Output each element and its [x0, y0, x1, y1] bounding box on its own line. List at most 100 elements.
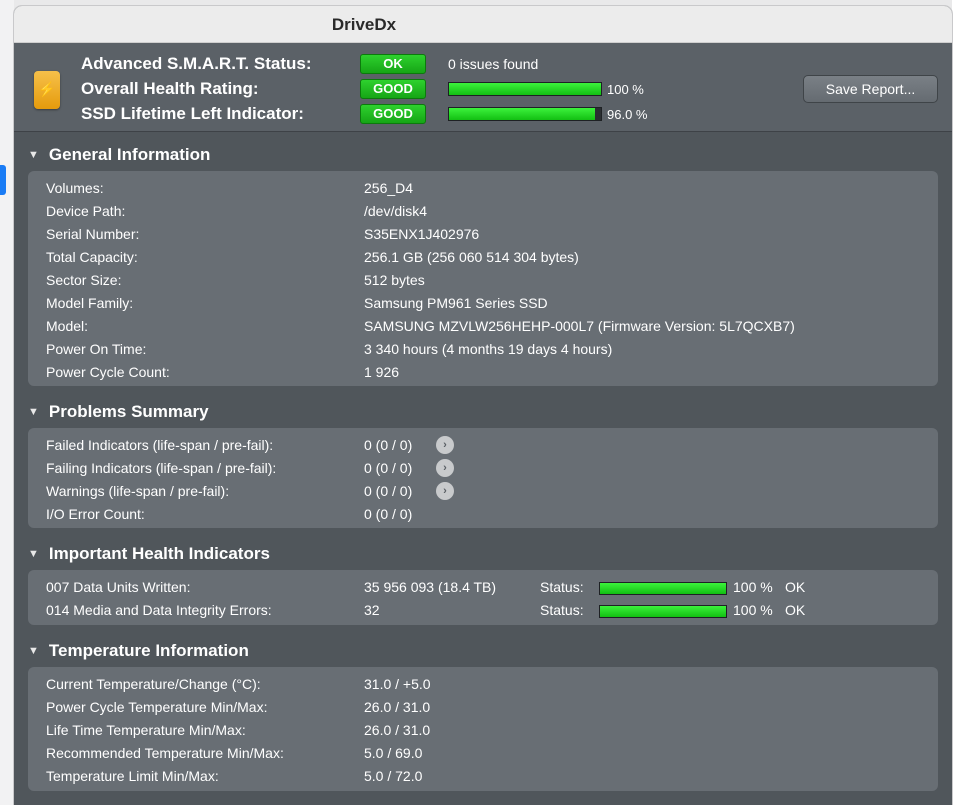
indicator-status-bar	[599, 582, 727, 595]
general-row-label: Model Family:	[46, 295, 134, 311]
indicator-status-label: Status:	[540, 579, 584, 595]
indicator-status-percent: 100 %	[733, 602, 773, 618]
indicator-status-state: OK	[785, 602, 806, 618]
temperature-information-title: Temperature Information	[48, 641, 249, 660]
health-rating-bar	[448, 82, 602, 96]
problems-summary-panel: Failed Indicators (life-span / pre-fail)…	[28, 428, 938, 528]
indicator-status-label: Status:	[540, 602, 584, 618]
disclosure-triangle-icon[interactable]: ▼	[28, 406, 39, 418]
general-row-value: 256.1 GB (256 060 514 304 bytes)	[364, 249, 579, 265]
details-arrow-icon[interactable]: ›	[436, 482, 454, 500]
general-row: Model Family: Samsung PM961 Series SSD	[46, 292, 926, 314]
background-sidebar	[0, 0, 14, 805]
temperature-row-label: Recommended Temperature Min/Max:	[46, 745, 284, 761]
external-drive-icon: ⚡	[34, 71, 60, 109]
general-information-header[interactable]: ▼ General Information	[28, 145, 210, 165]
disclosure-triangle-icon[interactable]: ▼	[28, 645, 39, 657]
problems-row: Failed Indicators (life-span / pre-fail)…	[46, 434, 926, 456]
general-row: Sector Size: 512 bytes	[46, 269, 926, 291]
general-row-value: 512 bytes	[364, 272, 425, 288]
problems-row-label: I/O Error Count:	[46, 506, 145, 522]
general-row-label: Power On Time:	[46, 341, 147, 357]
temperature-row: Power Cycle Temperature Min/Max: 26.0 / 3…	[46, 696, 926, 718]
details-arrow-icon[interactable]: ›	[436, 459, 454, 477]
smart-status-badge: OK	[360, 54, 426, 74]
general-row-value: /dev/disk4	[364, 203, 428, 219]
temperature-row-value: 5.0 / 69.0	[364, 745, 423, 761]
health-indicators-header[interactable]: ▼ Important Health Indicators	[28, 544, 270, 564]
problems-summary-title: Problems Summary	[48, 402, 209, 421]
health-indicators-title: Important Health Indicators	[48, 544, 270, 563]
temperature-information-header[interactable]: ▼ Temperature Information	[28, 641, 249, 661]
general-row-value: 1 926	[364, 364, 400, 380]
general-row: Volumes: 256_D4	[46, 177, 926, 199]
title-bar[interactable]: DriveDx	[14, 6, 952, 43]
general-row-label: Device Path:	[46, 203, 126, 219]
ssd-lifetime-badge: GOOD	[360, 104, 426, 124]
problems-row-label: Failed Indicators (life-span / pre-fail)…	[46, 437, 274, 453]
general-row: Device Path: /dev/disk4	[46, 200, 926, 222]
smart-status-label: Advanced S.M.A.R.T. Status:	[81, 54, 312, 73]
indicator-status-percent: 100 %	[733, 579, 773, 595]
temperature-row-label: Temperature Limit Min/Max:	[46, 768, 219, 784]
issues-found-text: 0 issues found	[448, 56, 539, 72]
problems-row-value: 0 (0 / 0)	[364, 483, 413, 499]
general-row-value: Samsung PM961 Series SSD	[364, 295, 548, 311]
background-selection-indicator	[0, 165, 6, 195]
general-row-label: Power Cycle Count:	[46, 364, 170, 380]
problems-row-value: 0 (0 / 0)	[364, 437, 413, 453]
status-header: ⚡ Advanced S.M.A.R.T. Status: OK 0 issue…	[14, 43, 952, 132]
general-row: Serial Number: S35ENX1J402976	[46, 223, 926, 245]
health-row-label: 014 Media and Data Integrity Errors:	[46, 602, 272, 618]
general-information-title: General Information	[48, 145, 211, 164]
problems-row: I/O Error Count: 0 (0 / 0)	[46, 503, 926, 525]
save-report-button[interactable]: Save Report...	[803, 75, 938, 103]
drivedx-window: DriveDx ⚡ Advanced S.M.A.R.T. Status: OK…	[14, 6, 952, 805]
health-row: 007 Data Units Written: 35 956 093 (18.4 …	[46, 576, 926, 598]
general-row-value: 3 340 hours (4 months 19 days 4 hours)	[364, 341, 613, 357]
ssd-lifetime-bar	[448, 107, 602, 121]
general-row: Total Capacity: 256.1 GB (256 060 514 304…	[46, 246, 926, 268]
health-indicators-panel: 007 Data Units Written: 35 956 093 (18.4 …	[28, 570, 938, 625]
general-row: Power On Time: 3 340 hours (4 months 19 d…	[46, 338, 926, 360]
general-row-label: Model:	[46, 318, 89, 334]
general-row-label: Serial Number:	[46, 226, 140, 242]
background-window-edge	[952, 0, 960, 805]
health-rating-badge: GOOD	[360, 79, 426, 99]
disclosure-triangle-icon[interactable]: ▼	[28, 548, 39, 560]
details-arrow-icon[interactable]: ›	[436, 436, 454, 454]
problems-summary-header[interactable]: ▼ Problems Summary	[28, 402, 209, 422]
temperature-row-value: 31.0 / +5.0	[364, 676, 431, 692]
temperature-row: Current Temperature/Change (°C): 31.0 / +…	[46, 673, 926, 695]
general-row-label: Sector Size:	[46, 272, 122, 288]
temperature-row-label: Life Time Temperature Min/Max:	[46, 722, 246, 738]
ssd-lifetime-percent: 96.0 %	[607, 107, 648, 122]
temperature-row: Temperature Limit Min/Max: 5.0 / 72.0	[46, 765, 926, 787]
problems-row-label: Warnings (life-span / pre-fail):	[46, 483, 230, 499]
general-row: Power Cycle Count: 1 926	[46, 361, 926, 383]
health-row-label: 007 Data Units Written:	[46, 579, 191, 595]
health-row-value: 32	[364, 602, 380, 618]
problems-row: Failing Indicators (life-span / pre-fail…	[46, 457, 926, 479]
general-information-panel: Volumes: 256_D4 Device Path: /dev/disk4 Seri…	[28, 171, 938, 386]
health-rating-percent: 100 %	[607, 82, 644, 97]
general-row-label: Total Capacity:	[46, 249, 138, 265]
general-row-value: 256_D4	[364, 180, 414, 196]
indicator-status-bar-fill	[600, 606, 726, 617]
disclosure-triangle-icon[interactable]: ▼	[28, 149, 39, 161]
health-row-value: 35 956 093 (18.4 TB)	[364, 579, 497, 595]
general-row-value: S35ENX1J402976	[364, 226, 480, 242]
temperature-row-value: 5.0 / 72.0	[364, 768, 423, 784]
problems-row-label: Failing Indicators (life-span / pre-fail…	[46, 460, 277, 476]
general-row: Model: SAMSUNG MZVLW256HEHP-000L7 (Firmwa…	[46, 315, 926, 337]
general-row-value: SAMSUNG MZVLW256HEHP-000L7 (Firmware Ver…	[364, 318, 795, 334]
window-title: DriveDx	[331, 15, 397, 34]
health-rating-label: Overall Health Rating:	[81, 79, 259, 98]
ssd-lifetime-label: SSD Lifetime Left Indicator:	[81, 104, 304, 123]
temperature-row: Recommended Temperature Min/Max: 5.0 / 69…	[46, 742, 926, 764]
indicator-status-bar-fill	[600, 583, 726, 594]
ssd-lifetime-bar-fill	[449, 108, 595, 120]
temperature-row: Life Time Temperature Min/Max: 26.0 / 31.…	[46, 719, 926, 741]
indicator-status-state: OK	[785, 579, 806, 595]
temperature-information-panel: Current Temperature/Change (°C): 31.0 / +…	[28, 667, 938, 791]
